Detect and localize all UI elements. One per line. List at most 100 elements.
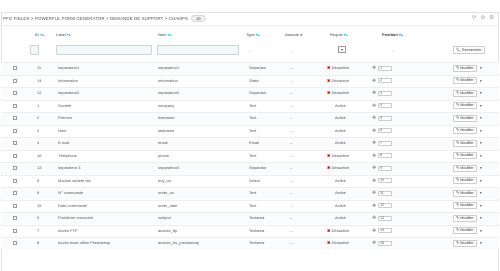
filter-label-input[interactable]: [56, 45, 152, 55]
row-assoc: --: [290, 102, 293, 108]
row-checkbox[interactable]: [13, 216, 17, 220]
row-position[interactable]: ✥ 11: [372, 190, 392, 196]
settings-icon[interactable]: ⚙: [489, 15, 494, 21]
row-required-label: Activé: [335, 202, 346, 208]
row-position[interactable]: ✥ 2: [372, 78, 392, 84]
row-required-toggle[interactable]: Activé: [335, 200, 346, 212]
caret-down-icon[interactable]: ▾: [480, 66, 482, 70]
row-position[interactable]: ✥ 15: [372, 240, 392, 246]
row-position[interactable]: ✥ 13: [372, 215, 392, 221]
row-required-toggle[interactable]: ✖ Désactivé: [327, 237, 349, 249]
row-required-toggle[interactable]: ✖ Désactivé: [327, 162, 349, 174]
cross-icon: ✖: [327, 165, 331, 170]
caret-down-icon[interactable]: ▾: [480, 141, 482, 145]
caret-down-icon[interactable]: ▾: [480, 241, 482, 245]
row-checkbox[interactable]: [13, 141, 17, 145]
caret-down-icon[interactable]: ▾: [480, 91, 482, 95]
col-type[interactable]: Type ▾▴: [246, 32, 260, 37]
caret-down-icon[interactable]: ▾: [480, 216, 482, 220]
filter-id-input[interactable]: [30, 45, 39, 55]
row-type: Textarea: [249, 240, 265, 245]
row-required-toggle[interactable]: Activé: [335, 112, 346, 124]
caret-down-icon[interactable]: ▾: [480, 166, 482, 170]
edit-button[interactable]: ✎ Modifier: [453, 164, 477, 172]
edit-button[interactable]: ✎ Modifier: [453, 239, 477, 247]
edit-button[interactable]: ✎ Modifier: [453, 102, 477, 109]
row-name: phone: [158, 152, 170, 158]
row-checkbox[interactable]: [13, 91, 17, 95]
caret-down-icon[interactable]: ▾: [480, 229, 482, 233]
row-checkbox[interactable]: [13, 191, 17, 195]
row-position[interactable]: ✥ 1: [372, 65, 392, 71]
caret-down-icon[interactable]: ▾: [480, 104, 482, 108]
row-required-toggle[interactable]: ✖ Désactivé: [327, 225, 349, 237]
row-position[interactable]: ✥ 10: [372, 178, 392, 184]
row-position[interactable]: ✥ 8: [372, 153, 392, 159]
row-required-toggle[interactable]: Activé: [335, 137, 346, 149]
search-button[interactable]: 🔍︎ Rechercher: [453, 46, 485, 54]
row-position[interactable]: ✥ 4: [372, 103, 392, 109]
row-checkbox[interactable]: [13, 228, 17, 233]
row-required-toggle[interactable]: ✖ Désactivé: [327, 62, 349, 74]
edit-button[interactable]: ✎ Modifier: [453, 202, 477, 209]
row-required-toggle[interactable]: Activé: [335, 187, 346, 199]
col-name[interactable]: Nom ▾▴: [158, 32, 172, 37]
col-label[interactable]: Label ▾▴: [56, 32, 71, 37]
row-required-toggle[interactable]: ✖ Désactivé: [327, 87, 349, 99]
row-checkbox[interactable]: [13, 166, 17, 170]
row-checkbox[interactable]: [13, 153, 17, 158]
row-position[interactable]: ✥ 3: [372, 90, 392, 96]
row-assoc: --: [290, 227, 293, 233]
pencil-icon: ✎: [456, 128, 460, 132]
caret-down-icon[interactable]: ▾: [480, 179, 482, 183]
row-required-toggle[interactable]: Activé: [335, 175, 346, 187]
edit-button[interactable]: ✎ Modifier: [453, 177, 477, 184]
caret-down-icon[interactable]: ▾: [480, 116, 482, 120]
row-checkbox[interactable]: [13, 103, 17, 108]
caret-down-icon[interactable]: ▾: [480, 204, 482, 208]
caret-down-icon[interactable]: ▾: [480, 129, 482, 133]
col-id[interactable]: ID ▾▴: [35, 32, 44, 37]
row-checkbox[interactable]: [13, 178, 17, 183]
row-required-toggle[interactable]: Activé: [335, 212, 346, 224]
row-position[interactable]: ✥ 5: [372, 115, 392, 121]
row-assoc: --: [290, 140, 293, 145]
sql-icon[interactable]: ⊘: [480, 15, 485, 21]
cross-icon: ✖: [327, 227, 331, 233]
filter-name-input[interactable]: [157, 45, 239, 55]
row-checkbox[interactable]: [13, 241, 17, 245]
row-position[interactable]: ✥ 14: [372, 228, 392, 234]
row-checkbox[interactable]: [13, 78, 17, 83]
row-name: buy_on: [158, 177, 172, 183]
edit-button[interactable]: ✎ Modifier: [453, 227, 477, 234]
row-position[interactable]: ✥ 6: [372, 128, 392, 134]
row-checkbox[interactable]: [13, 116, 17, 120]
col-position[interactable]: Position ▾▴: [382, 32, 403, 37]
edit-button[interactable]: ✎ Modifier: [453, 64, 477, 72]
caret-down-icon[interactable]: ▾: [480, 191, 482, 195]
row-checkbox[interactable]: [13, 203, 17, 208]
caret-down-icon[interactable]: ▾: [480, 79, 482, 83]
row-required-toggle[interactable]: Activé: [335, 100, 346, 112]
caret-down-icon[interactable]: ▾: [480, 154, 482, 158]
edit-button[interactable]: ✎ Modifier: [453, 152, 477, 159]
edit-button[interactable]: ✎ Modifier: [453, 89, 477, 97]
row-checkbox[interactable]: [13, 128, 17, 133]
row-checkbox[interactable]: [13, 66, 17, 70]
row-position[interactable]: ✥ 7: [372, 140, 392, 146]
filter-required-select[interactable]: ▾: [338, 46, 346, 53]
row-required-toggle[interactable]: ✖ Désactivé: [327, 150, 349, 162]
edit-button[interactable]: ✎ Modifier: [453, 127, 477, 134]
row-required-label: Activé: [335, 127, 346, 133]
edit-button[interactable]: ✎ Modifier: [453, 189, 477, 197]
row-position[interactable]: ✥ 9: [372, 165, 392, 171]
edit-button[interactable]: ✎ Modifier: [453, 214, 477, 222]
row-required-toggle[interactable]: Activé: [335, 125, 346, 137]
edit-button[interactable]: ✎ Modifier: [453, 77, 477, 84]
row-position[interactable]: ✥ 12: [372, 203, 392, 209]
row-required-toggle[interactable]: ✖ Désactivé: [327, 75, 349, 87]
edit-button[interactable]: ✎ Modifier: [453, 139, 477, 147]
refresh-icon[interactable]: ⟳: [472, 15, 477, 21]
col-required[interactable]: Requis ▾▴: [330, 32, 348, 37]
edit-button[interactable]: ✎ Modifier: [453, 114, 477, 122]
